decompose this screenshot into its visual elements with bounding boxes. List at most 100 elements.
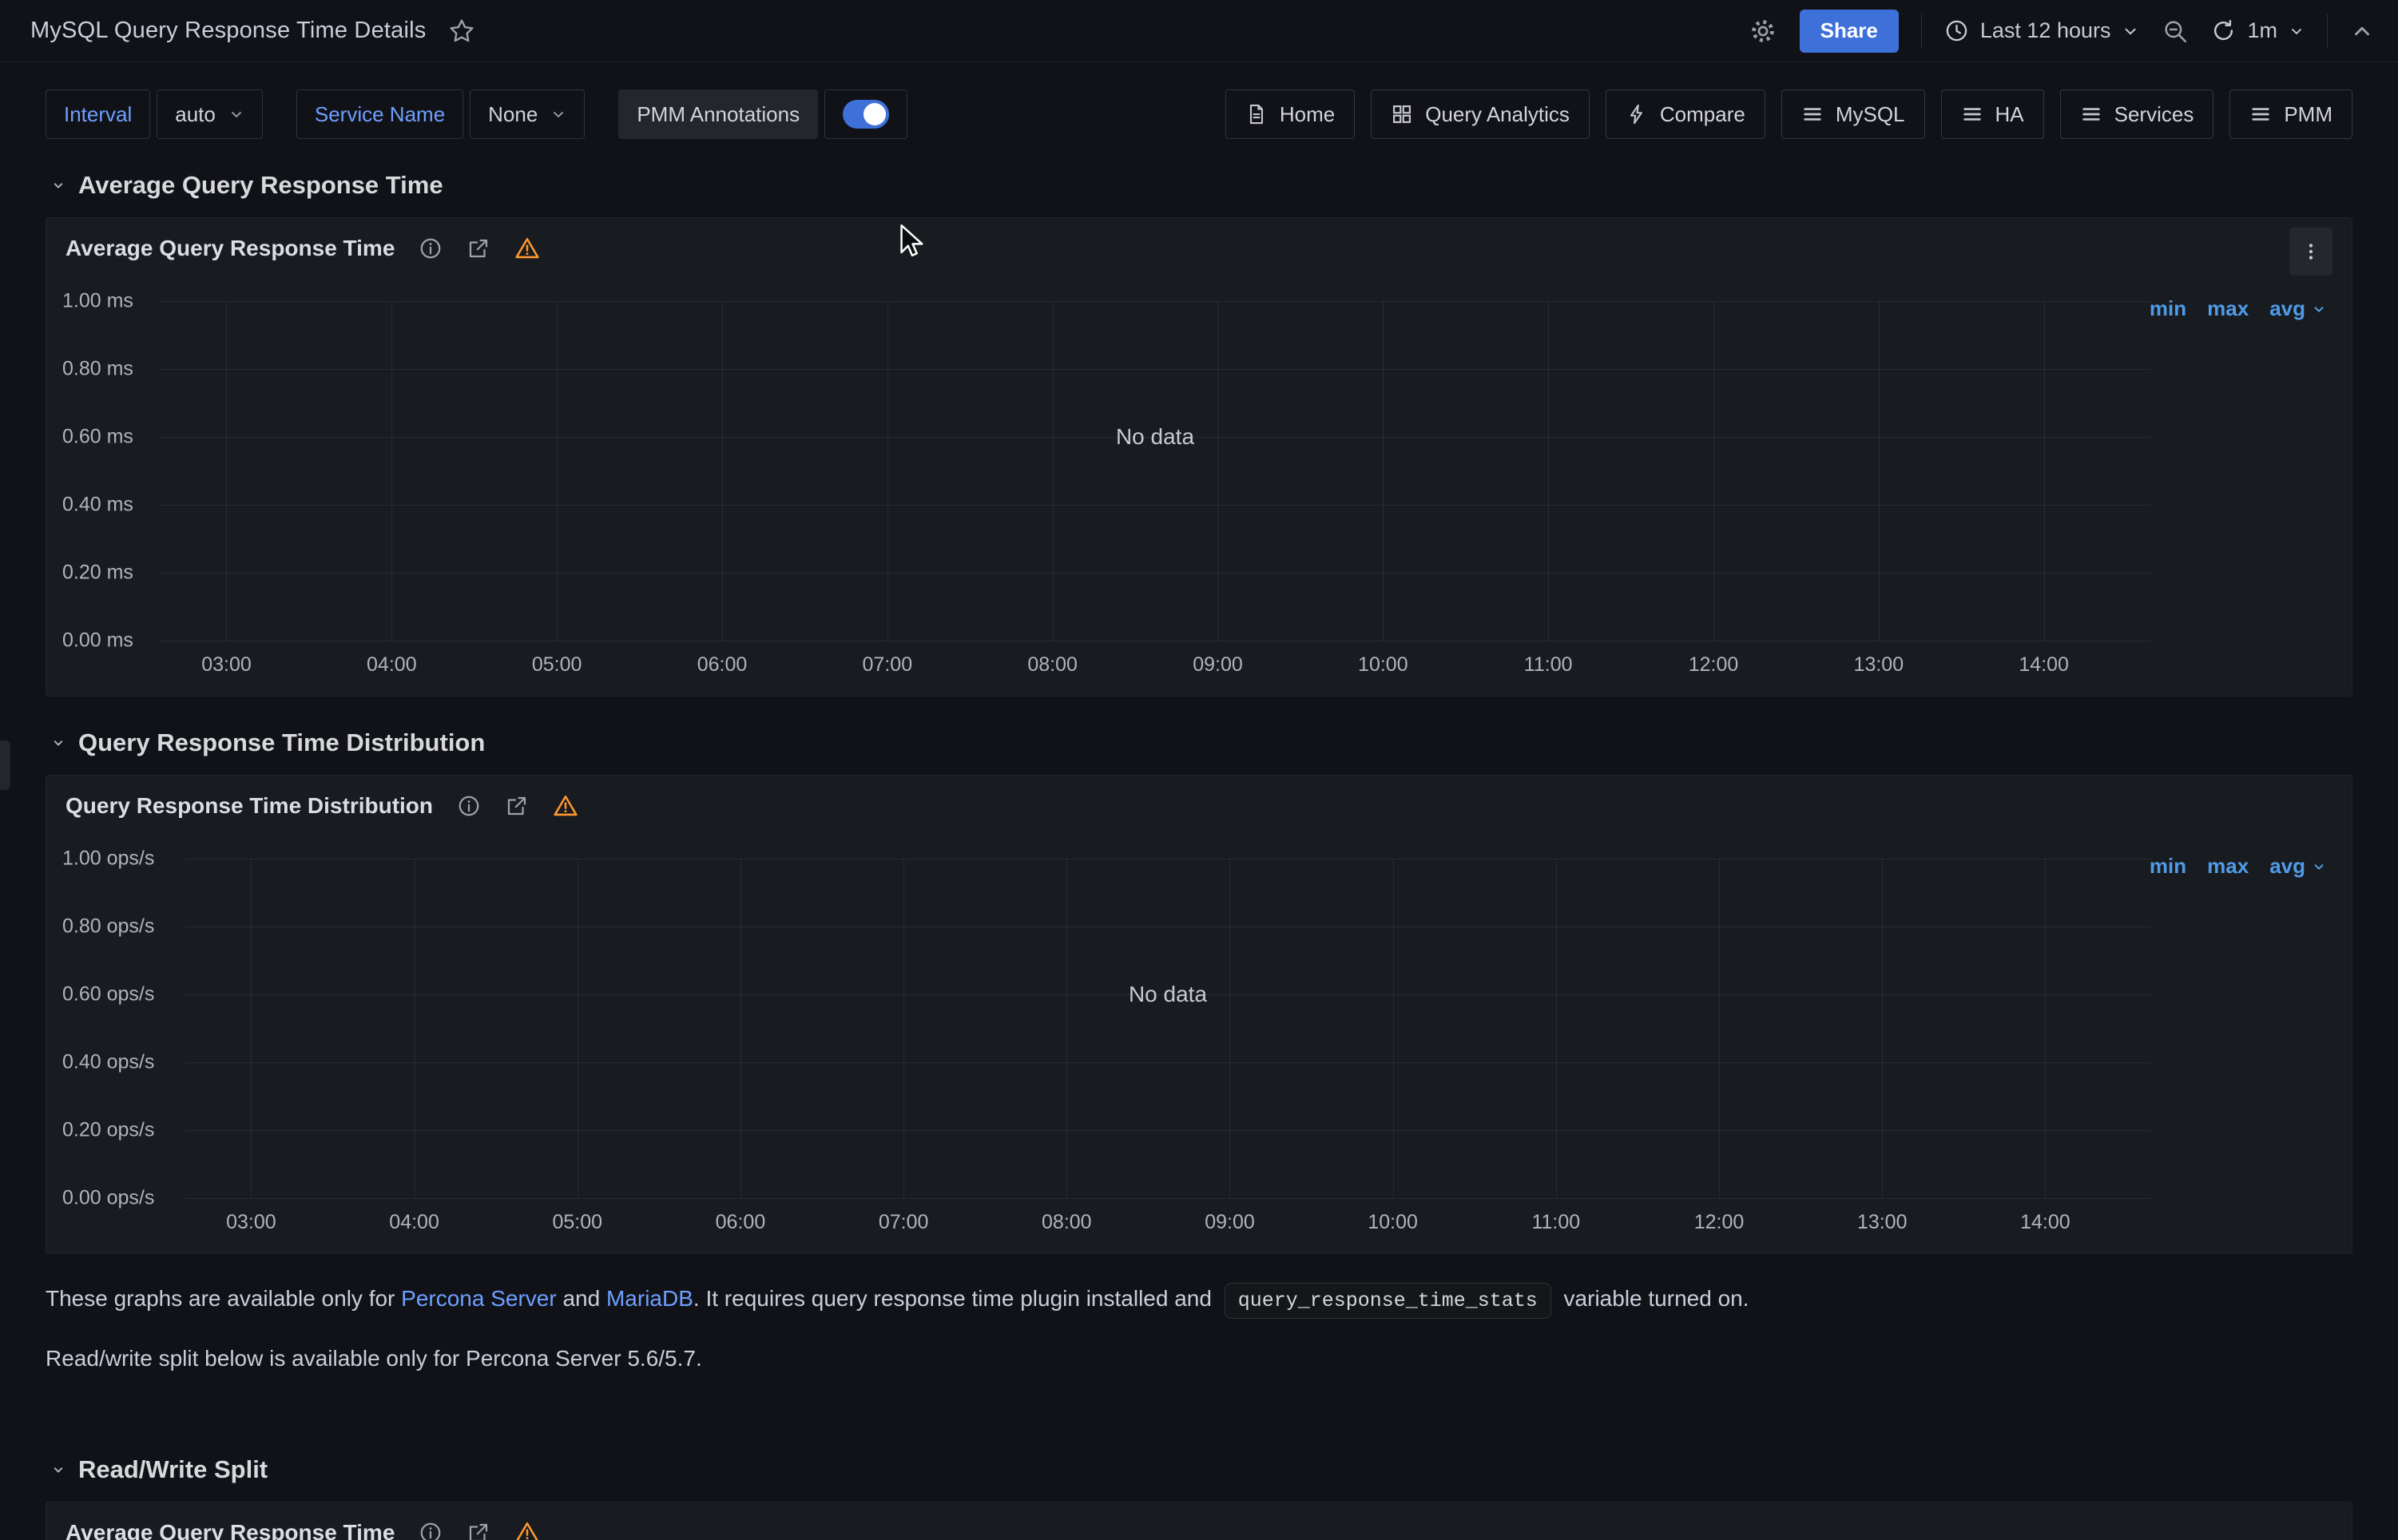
interval-variable-select[interactable]: auto <box>157 89 263 139</box>
share-button[interactable]: Share <box>1800 10 1899 53</box>
external-link-icon[interactable] <box>505 794 529 818</box>
x-tick-label: 13:00 <box>1857 1211 1908 1234</box>
nav-button-compare[interactable]: Compare <box>1606 89 1765 139</box>
external-link-icon[interactable] <box>466 1521 490 1540</box>
panel-title[interactable]: Average Query Response Time <box>66 236 395 261</box>
legend-item-avg[interactable]: avg <box>2269 296 2326 321</box>
dashboard-toolbar: Interval auto Service Name None PMM Anno… <box>46 89 2352 139</box>
dashboard-content: Interval auto Service Name None PMM Anno… <box>0 62 2398 1540</box>
warning-icon[interactable] <box>514 1520 540 1540</box>
legend-item-min[interactable]: min <box>2150 296 2186 321</box>
interval-variable-value: auto <box>175 102 216 127</box>
section-header-read-write-split[interactable]: Read/Write Split <box>50 1455 268 1484</box>
section-header-average-query-response-time[interactable]: Average Query Response Time <box>50 171 443 200</box>
x-tick-label: 09:00 <box>1193 653 1243 677</box>
menu-icon <box>1801 103 1824 125</box>
section-header-query-response-time-distribution[interactable]: Query Response Time Distribution <box>50 728 485 757</box>
nav-button-services[interactable]: Services <box>2060 89 2214 139</box>
y-tick-label: 0.20 ms <box>62 562 133 585</box>
gridline-vertical <box>1217 301 1218 641</box>
panel-title[interactable]: Average Query Response Time <box>66 1520 395 1540</box>
gear-icon[interactable] <box>1749 17 1777 46</box>
variable-code-chip: query_response_time_stats <box>1225 1283 1551 1319</box>
dashboard-notes: These graphs are available only for Perc… <box>46 1283 2352 1375</box>
nav-button-query-analytics[interactable]: Query Analytics <box>1371 89 1590 139</box>
note-text: . It requires query response time plugin… <box>693 1286 1218 1311</box>
time-range-picker[interactable]: Last 12 hours <box>1944 18 2140 43</box>
gridline-horizontal <box>185 994 2150 995</box>
chevron-down-icon <box>2122 22 2139 40</box>
y-tick-label: 0.40 ops/s <box>62 1051 154 1074</box>
legend-item-max[interactable]: max <box>2207 296 2249 321</box>
zoom-out-icon[interactable] <box>2162 18 2189 45</box>
nav-button-pmm[interactable]: PMM <box>2229 89 2352 139</box>
warning-icon[interactable] <box>553 793 578 819</box>
menu-icon <box>2249 103 2272 125</box>
top-nav-bar: MySQL Query Response Time Details Share … <box>0 0 2398 62</box>
service-name-variable-select[interactable]: None <box>470 89 585 139</box>
gridline-vertical <box>1053 301 1054 641</box>
y-tick-label: 0.20 ops/s <box>62 1119 154 1142</box>
section-title: Query Response Time Distribution <box>78 728 485 757</box>
info-icon[interactable] <box>419 1521 443 1540</box>
nav-button-ha[interactable]: HA <box>1941 89 2044 139</box>
x-tick-label: 07:00 <box>863 653 913 677</box>
panel-average-query-response-time: Average Query Response Time 1.00 ms 0.80 … <box>46 217 2352 697</box>
chevron-down-icon <box>50 735 66 751</box>
legend-item-max[interactable]: max <box>2207 854 2249 879</box>
star-icon[interactable] <box>448 18 475 45</box>
nav-button-mysql[interactable]: MySQL <box>1781 89 1925 139</box>
legend-item-min[interactable]: min <box>2150 854 2186 879</box>
external-link-icon[interactable] <box>466 236 490 260</box>
percona-server-link[interactable]: Percona Server <box>401 1286 557 1311</box>
gridline-vertical <box>2044 301 2045 641</box>
gridline-vertical <box>1719 859 1720 1198</box>
gridline-vertical <box>1066 859 1067 1198</box>
x-tick-label: 11:00 <box>1531 1211 1580 1234</box>
plot-area[interactable]: No data 03:0004:0005:0006:0007:0008:0009… <box>185 859 2150 1198</box>
info-icon[interactable] <box>457 794 481 818</box>
refresh-picker[interactable]: 1m <box>2211 18 2305 43</box>
y-tick-label: 0.80 ms <box>62 358 133 381</box>
warning-icon[interactable] <box>514 236 540 261</box>
panel-read-write-average-query-response-time: Average Query Response Time <box>46 1502 2352 1540</box>
gridline-horizontal <box>160 301 2150 302</box>
info-icon[interactable] <box>419 236 443 260</box>
x-tick-label: 09:00 <box>1205 1211 1255 1234</box>
plot-area[interactable]: No data 03:0004:0005:0006:0007:0008:0009… <box>160 301 2150 641</box>
chevron-down-icon <box>2312 859 2326 874</box>
x-tick-label: 12:00 <box>1694 1211 1745 1234</box>
chart-area: 1.00 ms0.80 ms0.60 ms0.40 ms0.20 ms0.00 … <box>46 301 2352 641</box>
legend-item-avg[interactable]: avg <box>2269 854 2326 879</box>
x-tick-label: 03:00 <box>226 1211 276 1234</box>
divider <box>1921 14 1922 49</box>
clock-icon <box>1944 18 1969 43</box>
gridline-vertical <box>722 301 723 641</box>
y-axis: 1.00 ms0.80 ms0.60 ms0.40 ms0.20 ms0.00 … <box>62 301 160 641</box>
x-tick-label: 10:00 <box>1368 1211 1418 1234</box>
gridline-vertical <box>740 859 741 1198</box>
nav-button-home[interactable]: Home <box>1225 89 1355 139</box>
y-tick-label: 1.00 ms <box>62 290 133 313</box>
toggle-switch-on <box>843 100 889 129</box>
dashboard-title[interactable]: MySQL Query Response Time Details <box>30 18 426 44</box>
x-axis: 03:0004:0005:0006:0007:0008:0009:0010:00… <box>185 1198 2150 1236</box>
note-paragraph-2: Read/write split below is available only… <box>46 1343 2352 1375</box>
gridline-horizontal <box>185 1062 2150 1063</box>
panel-title[interactable]: Query Response Time Distribution <box>66 793 433 819</box>
x-tick-label: 14:00 <box>2020 1211 2070 1234</box>
gridline-vertical <box>391 301 392 641</box>
gridline-vertical <box>1879 301 1880 641</box>
gridline-vertical <box>1882 859 1883 1198</box>
collapse-nav-chevron-up-icon[interactable] <box>2350 19 2374 43</box>
y-tick-label: 0.60 ops/s <box>62 983 154 1006</box>
note-text: and <box>557 1286 606 1311</box>
panel-menu-kebab-icon[interactable] <box>2289 228 2332 276</box>
mariadb-link[interactable]: MariaDB <box>606 1286 693 1311</box>
left-drawer-handle[interactable] <box>0 740 10 790</box>
y-tick-label: 0.40 ms <box>62 494 133 517</box>
chevron-down-icon <box>228 106 244 122</box>
gridline-horizontal <box>160 505 2150 506</box>
gridline-vertical <box>903 859 904 1198</box>
pmm-annotations-toggle[interactable] <box>824 89 907 139</box>
